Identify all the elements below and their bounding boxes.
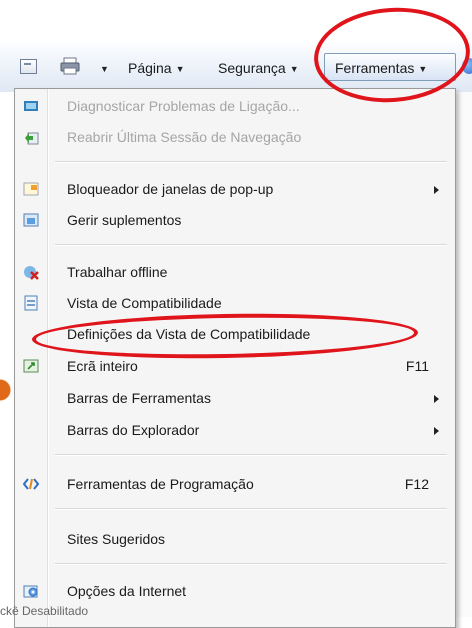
menu-item-explorer-bars[interactable]: Barras do Explorador [15, 416, 455, 444]
background-logo-fragment [0, 360, 14, 420]
menu-item-label: Barras de Ferramentas [67, 390, 211, 406]
page-menu-button[interactable]: Página ▼ [128, 55, 185, 81]
menu-separator [55, 161, 447, 163]
menu-item-label: Trabalhar offline [67, 264, 168, 280]
read-mail-icon[interactable] [20, 59, 37, 74]
submenu-arrow-icon [434, 427, 439, 435]
menu-item-compatibility-view[interactable]: Vista de Compatibilidade [15, 289, 455, 317]
menu-item-suggested-sites[interactable]: Sites Sugeridos [15, 525, 455, 553]
compatibility-view-icon [24, 295, 38, 311]
menu-separator [55, 454, 447, 456]
menu-item-label: Reabrir Última Sessão de Navegação [67, 129, 302, 145]
menu-item-internet-options[interactable]: Opções da Internet [15, 577, 455, 605]
print-icon[interactable] [60, 57, 80, 75]
menu-item-label: Vista de Compatibilidade [67, 295, 222, 311]
security-menu-button[interactable]: Segurança ▼ [218, 55, 299, 81]
submenu-arrow-icon [434, 395, 439, 403]
menu-item-popup-blocker[interactable]: Bloqueador de janelas de pop-up [15, 175, 455, 203]
menu-item-label: Ferramentas de Programação [67, 476, 254, 492]
fullscreen-icon [23, 359, 39, 373]
menu-item-toolbars[interactable]: Barras de Ferramentas [15, 384, 455, 412]
menu-separator [55, 244, 447, 246]
security-menu-label: Segurança [218, 60, 286, 76]
popup-blocker-icon [23, 182, 39, 196]
menu-item-reopen-session[interactable]: Reabrir Última Sessão de Navegação [15, 123, 455, 151]
page-background [456, 92, 472, 617]
menu-item-label: Bloqueador de janelas de pop-up [67, 181, 274, 197]
menu-item-label: Sites Sugeridos [67, 531, 166, 547]
menu-item-label: Barras do Explorador [67, 422, 200, 438]
menu-item-label: Gerir suplementos [67, 212, 182, 228]
menu-separator [55, 563, 447, 565]
page-menu-label: Página [128, 60, 172, 76]
chevron-down-icon: ▼ [175, 64, 185, 74]
menu-item-developer-tools[interactable]: Ferramentas de Programação F12 [15, 470, 455, 498]
background-status-text: ckê Desabilitado [0, 604, 89, 618]
diagnose-icon [24, 101, 38, 111]
print-dropdown[interactable]: ▼ [96, 55, 109, 81]
menu-item-label: Opções da Internet [67, 583, 187, 599]
menu-item-label: Diagnosticar Problemas de Ligação... [67, 98, 300, 114]
menu-item-manage-addons[interactable]: Gerir suplementos [15, 206, 455, 234]
menu-item-shortcut: F12 [404, 476, 429, 492]
developer-tools-icon [23, 478, 39, 490]
internet-options-icon [23, 585, 38, 598]
reopen-session-icon [25, 132, 39, 145]
menu-item-work-offline[interactable]: Trabalhar offline [15, 258, 455, 286]
submenu-arrow-icon [434, 186, 439, 194]
menu-separator [55, 508, 447, 510]
menu-item-shortcut: F11 [405, 358, 429, 374]
tools-menu: Diagnosticar Problemas de Ligação... Rea… [14, 88, 456, 628]
work-offline-icon [24, 266, 39, 280]
addons-icon [23, 213, 39, 227]
chevron-down-icon: ▼ [100, 64, 109, 74]
chevron-down-icon: ▼ [289, 64, 299, 74]
